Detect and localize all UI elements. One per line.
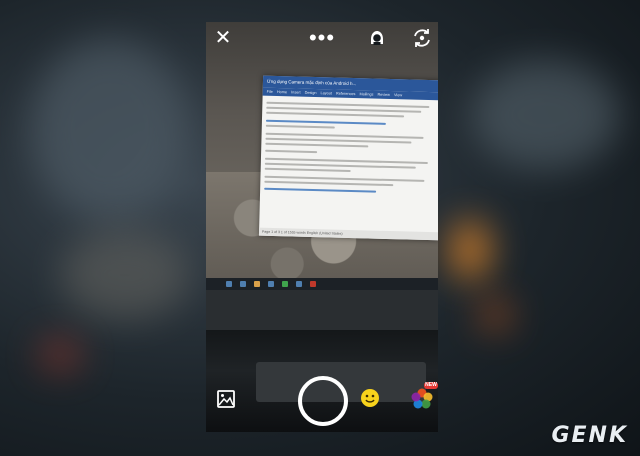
background-blur [60,230,190,320]
shutter-button[interactable] [298,376,348,426]
taskbar [206,278,438,290]
emoji-icon[interactable] [360,388,380,408]
flip-camera-icon[interactable] [411,27,433,49]
camera-app: Ứng dụng Camera mặc định của Android h..… [206,22,438,432]
background-light [480,300,510,330]
watermark-logo: GENK [551,423,628,448]
gallery-icon[interactable] [214,387,238,411]
background-light [450,220,490,280]
background-blur [470,60,620,170]
close-icon[interactable]: ✕ [213,28,233,48]
more-dots-icon[interactable]: ••• [309,27,334,49]
document-preview: Ứng dụng Camera mặc định của Android h..… [258,75,438,241]
document-body [260,96,438,201]
face-filter-icon[interactable] [366,27,388,49]
background-blur [30,40,190,220]
background-light [40,340,80,370]
camera-viewfinder[interactable]: Ứng dụng Camera mặc định của Android h..… [206,22,438,432]
effects-icon[interactable] [411,388,433,410]
new-badge: NEW [424,382,438,389]
